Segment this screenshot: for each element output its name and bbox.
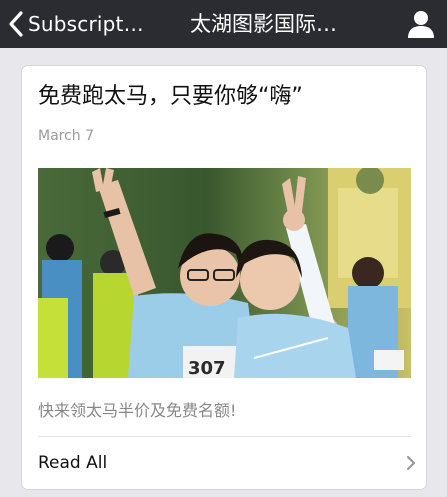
article-cover-image[interactable]: 307 [38, 168, 411, 378]
chevron-left-icon [9, 11, 23, 37]
svg-text:307: 307 [188, 358, 226, 378]
article-card[interactable]: 免费跑太马，只要你够“嗨” March 7 307 快来领太马半价及免费名额! … [21, 65, 427, 490]
top-navigation-bar: Subscript… 太湖图影国际… [0, 0, 447, 48]
back-button-label: Subscript… [28, 12, 144, 36]
read-all-label: Read All [38, 453, 108, 473]
account-profile-button[interactable] [403, 6, 439, 42]
article-summary: 快来领太马半价及免费名额! [38, 401, 237, 420]
article-title: 免费跑太马，只要你够“嗨” [38, 84, 303, 109]
back-button[interactable]: Subscript… [8, 0, 144, 48]
runners-photo: 307 [38, 168, 411, 378]
page-title: 太湖图影国际… [190, 12, 337, 36]
person-icon [408, 11, 434, 38]
chevron-right-icon [406, 455, 416, 471]
article-date: March 7 [38, 128, 95, 144]
read-all-link[interactable]: Read All [22, 437, 426, 489]
